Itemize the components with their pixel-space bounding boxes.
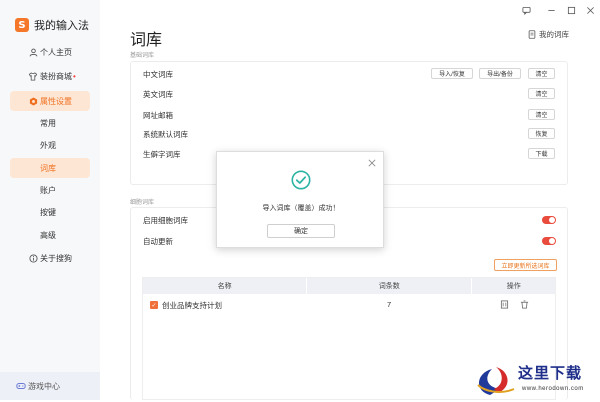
- dict-row-system-default: 系统默认词库 恢复: [143, 124, 557, 144]
- game-center-button[interactable]: 游戏中心: [0, 372, 100, 400]
- sub-item-dictionary[interactable]: 词库: [10, 158, 90, 178]
- dict-row-english: 英文词库 清空: [143, 84, 557, 104]
- gamepad-icon: [16, 381, 26, 391]
- clear-button[interactable]: 清空: [528, 68, 555, 79]
- ok-button[interactable]: 确定: [267, 224, 335, 238]
- export-backup-button[interactable]: 导出/备份: [479, 68, 521, 79]
- success-check-icon: [291, 170, 311, 190]
- tshirt-icon: [28, 71, 38, 81]
- table-row: ✓ 创业品牌支持计划 7: [143, 296, 555, 314]
- app-name: 我的输入法: [34, 20, 89, 32]
- sub-item-appearance[interactable]: 外观: [10, 135, 90, 155]
- sogou-logo: S: [15, 18, 29, 32]
- column-header-name: 名称: [143, 278, 308, 294]
- my-dictionary-label: 我的词库: [539, 30, 569, 39]
- close-icon[interactable]: [367, 158, 376, 167]
- row-name: 创业品牌支持计划: [162, 301, 222, 310]
- delete-icon[interactable]: [520, 300, 529, 311]
- close-icon[interactable]: [585, 5, 595, 15]
- document-icon: [528, 30, 536, 39]
- auto-update-toggle[interactable]: [542, 237, 556, 245]
- success-dialog: 导入词库（覆盖）成功！ 确定: [216, 151, 384, 248]
- sidebar-item-profile[interactable]: 个人主页: [10, 42, 90, 62]
- section-label-basic: 基础词库: [130, 53, 155, 59]
- dict-row-label: 中文词库: [143, 69, 173, 79]
- app-window: S 我的输入法 个人主页 装扮商城• 属性设置 常用 外观 词库 账户 按键 高…: [0, 0, 600, 400]
- sidebar-item-label: 个人主页: [40, 47, 72, 57]
- brand: S 我的输入法: [15, 17, 89, 33]
- sub-item-keys[interactable]: 按键: [10, 202, 90, 222]
- auto-update-label: 自动更新: [143, 236, 173, 246]
- sub-item-label: 按键: [40, 207, 56, 217]
- view-icon[interactable]: [500, 300, 509, 311]
- sidebar-item-label: 关于搜狗: [40, 253, 72, 263]
- watermark-url: www.herodown.com: [522, 386, 584, 392]
- dict-row-url-email: 网址邮箱 清空: [143, 105, 557, 125]
- sub-item-label: 账户: [40, 185, 56, 195]
- user-icon: [28, 47, 38, 57]
- sub-item-label: 词库: [40, 163, 56, 173]
- dict-row-label: 生僻字词库: [143, 149, 181, 159]
- enable-cell-label: 启用细胞词库: [143, 215, 188, 225]
- sub-item-account[interactable]: 账户: [10, 180, 90, 200]
- sub-item-label: 高级: [40, 230, 56, 240]
- sidebar-item-about[interactable]: 关于搜狗: [10, 248, 90, 268]
- import-restore-button[interactable]: 导入/恢复: [431, 68, 473, 79]
- clear-button[interactable]: 清空: [528, 109, 555, 120]
- feedback-icon[interactable]: [521, 5, 531, 15]
- enable-cell-toggle[interactable]: [542, 216, 556, 224]
- section-label-cell: 细胞词库: [130, 200, 155, 206]
- page-title: 词库: [130, 32, 163, 49]
- my-dictionary-link[interactable]: 我的词库: [528, 29, 569, 40]
- sidebar-item-store[interactable]: 装扮商城•: [10, 66, 90, 86]
- settings-hex-icon: [28, 96, 38, 106]
- download-button[interactable]: 下载: [528, 148, 555, 159]
- sidebar: S 我的输入法 个人主页 装扮商城• 属性设置 常用 外观 词库 账户 按键 高…: [0, 0, 100, 400]
- sub-item-label: 外观: [40, 140, 56, 150]
- dict-row-label: 系统默认词库: [143, 129, 188, 139]
- update-selected-button[interactable]: 立即更新所选词库: [494, 259, 557, 271]
- sub-item-advanced[interactable]: 高级: [10, 225, 90, 245]
- game-center-label: 游戏中心: [28, 381, 60, 391]
- dict-row-chinese: 中文词库 导入/恢复 导出/备份 清空: [143, 64, 557, 84]
- new-badge: •: [73, 71, 76, 81]
- table-header: 名称 词条数 操作: [143, 278, 555, 294]
- sub-item-label: 常用: [40, 118, 56, 128]
- sidebar-item-settings[interactable]: 属性设置: [10, 91, 90, 111]
- row-count: 7: [387, 300, 392, 309]
- column-header-actions: 操作: [506, 283, 521, 290]
- column-header-count: 词条数: [307, 278, 473, 294]
- restore-button[interactable]: 恢复: [528, 128, 555, 139]
- info-icon: [28, 253, 38, 263]
- dict-row-label: 英文词库: [143, 89, 173, 99]
- dict-row-label: 网址邮箱: [143, 110, 173, 120]
- watermark-text: 这里下载: [518, 364, 583, 382]
- sidebar-item-label: 属性设置: [40, 96, 72, 106]
- sidebar-item-label: 装扮商城•: [40, 71, 76, 81]
- minimize-icon[interactable]: [546, 5, 556, 15]
- row-checkbox[interactable]: ✓: [150, 301, 158, 309]
- clear-button[interactable]: 清空: [528, 88, 555, 99]
- maximize-icon[interactable]: [566, 5, 576, 15]
- sub-item-general[interactable]: 常用: [10, 113, 90, 133]
- dialog-message: 导入词库（覆盖）成功！: [262, 205, 340, 212]
